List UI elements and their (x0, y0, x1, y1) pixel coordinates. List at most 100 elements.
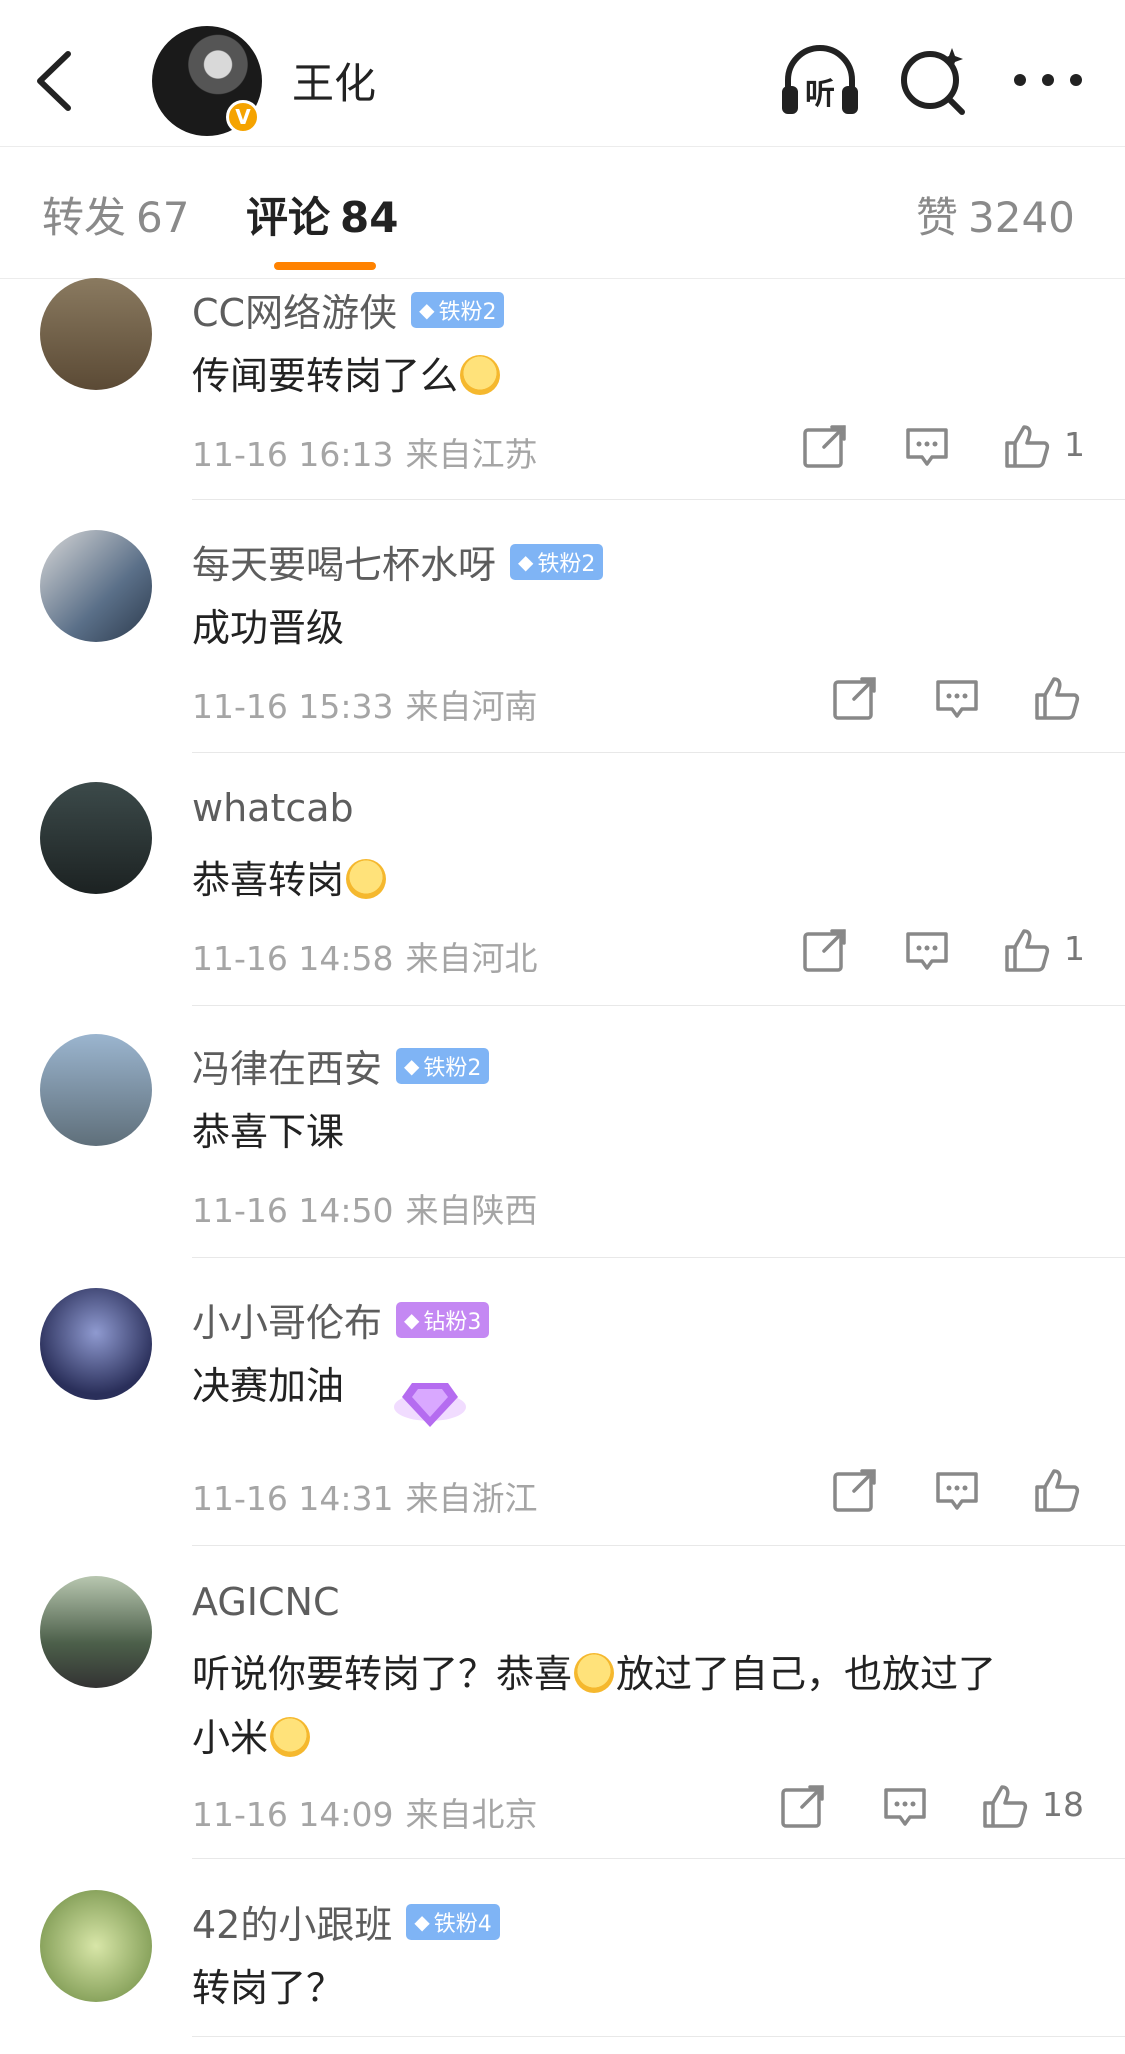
comment-text: 转岗了？ (192, 1966, 345, 2010)
top-bar: V 王化 听 (0, 0, 1125, 147)
commenter-name-text: 冯律在西安 (192, 1047, 383, 1091)
back-icon[interactable] (28, 48, 80, 114)
commenter-avatar[interactable] (40, 1576, 152, 1688)
comment-icon[interactable] (932, 1465, 982, 1515)
commenter-avatar[interactable] (40, 1034, 152, 1146)
fan-badge-label: 铁粉2 (423, 1055, 482, 1081)
like-icon[interactable] (1002, 925, 1052, 975)
commenter-avatar[interactable] (40, 782, 152, 894)
comment-time: 11-16 14:31 (192, 1479, 394, 1518)
commenter-name[interactable]: 冯律在西安 ◆ 铁粉2 (192, 1038, 490, 1093)
share-icon[interactable] (778, 1781, 828, 1831)
divider (192, 1005, 1125, 1006)
diamond-icon: ◆ (404, 1053, 420, 1078)
commenter-name-text: 42的小跟班 (192, 1903, 393, 1947)
comment-icon[interactable] (902, 925, 952, 975)
divider (192, 2036, 1125, 2037)
active-tab-indicator (274, 262, 376, 270)
shush-emoji-icon (460, 355, 501, 395)
laughing-emoji-icon (346, 859, 387, 899)
comment-meta: 11-16 14:58 来自河北 (192, 932, 537, 980)
comment-time: 11-16 14:50 (192, 1191, 394, 1230)
divider (192, 499, 1125, 500)
comment-time: 11-16 14:09 (192, 1795, 394, 1834)
diamond-icon: ◆ (518, 549, 534, 574)
tab-likes-count: 3240 (968, 193, 1075, 242)
comment-location: 来自北京 (405, 1795, 538, 1834)
comment-text-part: 放过了自己，也放过了 (616, 1652, 997, 1696)
commenter-name-text: whatcab (192, 786, 354, 830)
tab-bar: 转发 67 评论 84 赞 3240 (0, 146, 1125, 279)
like-icon[interactable] (1032, 1465, 1082, 1515)
comment-text: 听说你要转岗了？恭喜 放过了自己，也放过了 (192, 1642, 996, 1706)
tab-comments-count: 84 (340, 193, 399, 242)
commenter-name[interactable]: 42的小跟班 ◆ 铁粉4 (192, 1894, 500, 1949)
like-icon[interactable] (980, 1781, 1030, 1831)
diamond-fan-gem-icon (394, 1383, 466, 1427)
comment-location: 来自河南 (405, 687, 538, 726)
comment-location: 来自江苏 (405, 435, 538, 474)
commenter-name-text: AGICNC (192, 1580, 340, 1624)
comment-text-line2: 小米 (192, 1706, 312, 1770)
like-icon[interactable] (1002, 421, 1052, 471)
divider (192, 1257, 1125, 1258)
comment-text: 传闻要转岗了么 (192, 344, 502, 408)
commenter-name[interactable]: 小小哥伦布 ◆ 钻粉3 (192, 1292, 490, 1347)
commenter-avatar[interactable] (40, 1288, 152, 1400)
comment-text-part: 听说你要转岗了？恭喜 (192, 1652, 573, 1696)
commenter-name[interactable]: 每天要喝七杯水呀 ◆ 铁粉2 (192, 534, 604, 589)
fan-badge: ◆ 铁粉2 (510, 543, 604, 580)
fan-badge-label: 铁粉2 (537, 551, 596, 577)
comment-time: 11-16 16:13 (192, 435, 394, 474)
comment-location: 来自河北 (405, 939, 538, 978)
listen-icon[interactable]: 听 (778, 42, 862, 118)
fan-badge: ◆ 铁粉2 (396, 1047, 490, 1084)
comment-text: 恭喜转岗 (192, 848, 388, 912)
comment-icon[interactable] (880, 1781, 930, 1831)
comment-meta: 11-16 14:31 来自浙江 (192, 1472, 537, 1520)
share-icon[interactable] (830, 673, 880, 723)
commenter-name-text: 每天要喝七杯水呀 (192, 543, 497, 587)
laughing-emoji-icon (574, 1653, 615, 1693)
headband-emoji-icon (270, 1717, 311, 1757)
share-icon[interactable] (800, 421, 850, 471)
diamond-icon: ◆ (419, 297, 435, 322)
like-count: 1 (1064, 425, 1085, 464)
diamond-icon: ◆ (414, 1909, 430, 1934)
commenter-name-text: 小小哥伦布 (192, 1301, 383, 1345)
comment-text: 决赛加油 (192, 1364, 345, 1408)
comment-location: 来自陕西 (405, 1191, 538, 1230)
share-icon[interactable] (830, 1465, 880, 1515)
username[interactable]: 王化 (292, 50, 376, 111)
like-icon[interactable] (1032, 673, 1082, 723)
commenter-name[interactable]: CC网络游侠 ◆ 铁粉2 (192, 282, 505, 337)
more-icon[interactable] (1006, 42, 1090, 118)
comment-icon[interactable] (932, 673, 982, 723)
tab-reposts-label: 转发 (42, 193, 127, 242)
tab-comments[interactable]: 评论 84 (246, 184, 398, 245)
fan-badge-label: 铁粉2 (438, 299, 497, 325)
fan-badge: ◆ 铁粉2 (411, 291, 505, 328)
like-count: 18 (1042, 1785, 1084, 1824)
comment-meta: 11-16 16:13 来自江苏 (192, 428, 537, 476)
commenter-avatar[interactable] (40, 278, 152, 390)
commenter-avatar[interactable] (40, 1890, 152, 2002)
commenter-avatar[interactable] (40, 530, 152, 642)
comment-time: 11-16 15:33 (192, 687, 394, 726)
listen-label: 听 (805, 77, 835, 112)
comment-meta: 11-16 15:33 来自河南 (192, 680, 537, 728)
like-count: 1 (1064, 929, 1085, 968)
comment-text-content: 恭喜转岗 (192, 858, 345, 902)
divider (192, 752, 1125, 753)
commenter-name[interactable]: AGICNC (192, 1580, 339, 1624)
share-icon[interactable] (800, 925, 850, 975)
tab-reposts[interactable]: 转发 67 (42, 184, 189, 245)
divider (192, 1545, 1125, 1546)
search-icon[interactable] (892, 42, 976, 118)
comment-icon[interactable] (902, 421, 952, 471)
commenter-name[interactable]: whatcab (192, 786, 354, 830)
fan-badge-label: 铁粉4 (433, 1911, 492, 1937)
tab-likes[interactable]: 赞 3240 (916, 184, 1075, 245)
comment-time: 11-16 14:58 (192, 939, 394, 978)
fan-badge: ◆ 铁粉4 (406, 1903, 500, 1940)
